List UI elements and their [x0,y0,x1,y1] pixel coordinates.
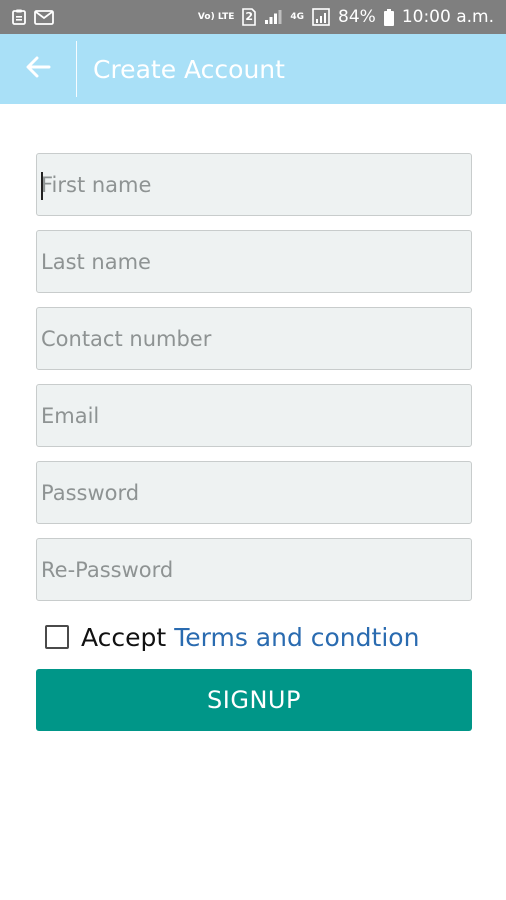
status-bar: Vo) LTE 2 4G 84% 10:00 a.m. [0,0,506,34]
last-name-field [36,230,472,293]
app-bar: Create Account [0,34,506,104]
re-password-field [36,538,472,601]
email-field [36,384,472,447]
signup-button[interactable]: SIGNUP [36,669,472,731]
sim-card-icon: 2 [242,8,257,26]
accept-label: Accept [81,622,167,652]
volte-icon: Vo) LTE [197,11,235,22]
terms-link[interactable]: Terms and condtion [174,623,419,652]
status-bar-right: Vo) LTE 2 4G 84% 10:00 a.m. [198,7,494,27]
password-field [36,461,472,524]
app-bar-divider [76,41,77,97]
first-name-input[interactable] [37,154,471,215]
password-input[interactable] [37,462,471,523]
contact-number-field [36,307,472,370]
first-name-field [36,153,472,216]
status-bar-left [12,9,54,25]
clipboard-icon [12,9,26,25]
back-button[interactable] [0,34,76,104]
signup-form: Accept Terms and condtion SIGNUP [36,153,472,731]
arrow-left-icon [25,56,51,82]
terms-checkbox[interactable] [45,625,69,649]
contact-number-input[interactable] [37,308,471,369]
sim-slot-label: 2 [245,10,254,23]
signal-box-icon [312,8,330,26]
page-title: Create Account [93,54,285,84]
last-name-input[interactable] [37,231,471,292]
text-cursor [41,172,43,200]
signal-icon [264,9,282,25]
network-type-icon: 4G [290,11,305,22]
email-input[interactable] [37,385,471,446]
mail-icon [34,9,54,25]
battery-percent: 84% [338,7,376,27]
battery-icon [383,8,394,26]
re-password-input[interactable] [37,539,471,600]
terms-row: Accept Terms and condtion [36,615,472,659]
clock: 10:00 a.m. [401,7,494,27]
